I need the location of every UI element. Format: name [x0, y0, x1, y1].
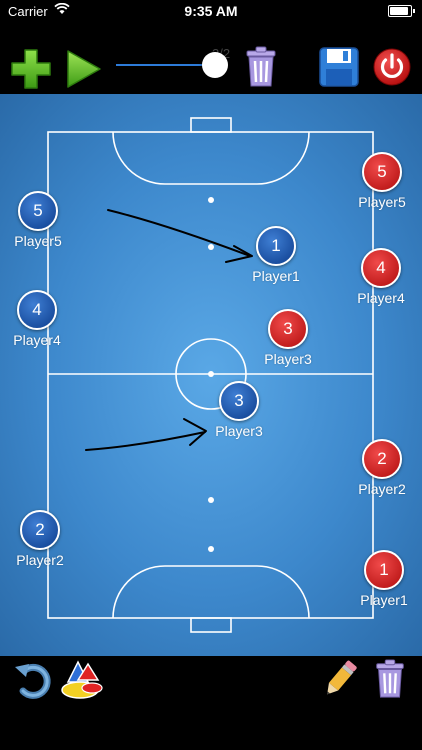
movement-arrow-line	[85, 431, 206, 451]
red-player-2[interactable]: 2 Player2	[342, 439, 422, 497]
player-token: 1	[364, 550, 404, 590]
blue-player-2[interactable]: 2 Player2	[0, 510, 80, 568]
bottom-penalty-area	[112, 565, 310, 619]
play-icon[interactable]	[64, 48, 104, 90]
player-label: Player3	[215, 423, 263, 439]
top-goal	[190, 117, 232, 133]
movement-arrow-line	[107, 209, 251, 257]
player-label: Player4	[13, 332, 61, 348]
player-label: Player2	[16, 552, 64, 568]
player-token: 3	[219, 381, 259, 421]
player-token: 5	[362, 152, 402, 192]
top-second-penalty-spot	[208, 244, 214, 250]
player-label: Player1	[360, 592, 408, 608]
blue-player-1[interactable]: 1 Player1	[236, 226, 316, 284]
player-token: 2	[20, 510, 60, 550]
bottom-second-penalty-spot	[208, 497, 214, 503]
player-label: Player1	[252, 268, 300, 284]
bottom-goal	[190, 617, 232, 633]
clock: 9:35 AM	[184, 3, 238, 19]
player-token: 1	[256, 226, 296, 266]
trash-icon[interactable]	[244, 46, 278, 88]
status-bar: Carrier 9:35 AM	[0, 0, 422, 22]
timeline-slider[interactable]: 2/2	[116, 46, 230, 78]
save-icon[interactable]	[319, 47, 359, 87]
plus-icon[interactable]	[10, 48, 52, 90]
timeline-thumb[interactable]	[202, 52, 228, 78]
top-toolbar: 2/2	[0, 22, 422, 94]
center-spot	[208, 371, 214, 377]
player-label: Player4	[357, 290, 405, 306]
red-player-3[interactable]: 3 Player3	[248, 309, 328, 367]
top-penalty-area	[112, 131, 310, 185]
bottom-penalty-spot	[208, 546, 214, 552]
red-player-4[interactable]: 4 Player4	[341, 248, 421, 306]
top-penalty-spot	[208, 197, 214, 203]
player-label: Player3	[264, 351, 312, 367]
blue-player-3[interactable]: 3 Player3	[199, 381, 279, 439]
pencil-icon[interactable]	[322, 658, 358, 700]
bottom-toolbar	[0, 656, 422, 750]
player-token: 2	[362, 439, 402, 479]
red-player-1[interactable]: 1 Player1	[344, 550, 422, 608]
player-token: 4	[17, 290, 57, 330]
red-player-5[interactable]: 5 Player5	[342, 152, 422, 210]
blue-player-5[interactable]: 5 Player5	[0, 191, 78, 249]
blue-player-4[interactable]: 4 Player4	[0, 290, 77, 348]
player-label: Player5	[358, 194, 406, 210]
undo-icon[interactable]	[12, 660, 52, 700]
player-token: 4	[361, 248, 401, 288]
player-token: 5	[18, 191, 58, 231]
tactics-board[interactable]: 5 Player5 1 Player1 4 Player4 3 Player3 …	[0, 94, 422, 656]
player-label: Player5	[14, 233, 62, 249]
power-icon[interactable]	[372, 47, 412, 87]
battery-icon	[388, 5, 415, 17]
trash-icon[interactable]	[373, 659, 407, 699]
player-label: Player2	[358, 481, 406, 497]
player-token: 3	[268, 309, 308, 349]
color-picker-icon[interactable]	[60, 658, 104, 700]
